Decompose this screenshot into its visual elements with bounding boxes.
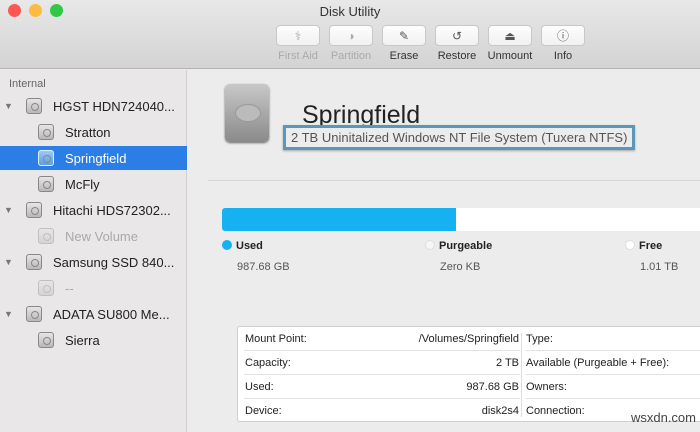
sidebar-item-label: HGST HDN724040...: [53, 98, 175, 114]
sidebar-item-label: --: [65, 280, 74, 296]
sidebar-item-label: Hitachi HDS72302...: [53, 202, 171, 218]
disk-icon: [26, 306, 42, 322]
restore-label: Restore: [437, 50, 477, 62]
info-value: /Volumes/Springfield: [418, 332, 519, 345]
info-row-available-purgeable-free: Available (Purgeable + Free):: [526, 351, 700, 375]
disclosure-triangle-icon[interactable]: ▼: [4, 257, 14, 267]
info-row-mount-point: Mount Point: /Volumes/Springfield: [244, 327, 520, 351]
sidebar-item-sierra[interactable]: Sierra: [0, 328, 187, 352]
info-icon: ⓘ: [541, 25, 585, 46]
disk-icon: [38, 124, 54, 140]
info-label: Mount Point:: [245, 332, 307, 345]
sidebar-item-adata-su800-me[interactable]: ▼ ADATA SU800 Me...: [0, 302, 187, 326]
sidebar-item-hitachi-hds72302[interactable]: ▼ Hitachi HDS72302...: [0, 198, 187, 222]
sidebar-item-mcfly[interactable]: McFly: [0, 172, 187, 196]
first-aid-icon: ⚕: [276, 25, 320, 46]
info-value: 987.68 GB: [466, 380, 519, 393]
info-row-device: Device: disk2s4: [244, 399, 520, 423]
sidebar-item-unnamed[interactable]: --: [0, 276, 187, 300]
legend-used: Used 987.68 GB: [222, 240, 290, 273]
legend-dot-icon: [425, 240, 435, 250]
column-divider: [521, 333, 522, 417]
partition-button[interactable]: ◑ Partition: [325, 25, 377, 62]
watermark: wsxdn.com: [630, 410, 696, 425]
sidebar-section-internal: Internal: [9, 78, 46, 90]
info-label: Connection:: [526, 405, 585, 417]
sidebar-item-stratton[interactable]: Stratton: [0, 120, 187, 144]
legend-purgeable: Purgeable Zero KB: [425, 240, 492, 273]
usage-bar: [222, 208, 700, 231]
partition-icon: ◑: [329, 25, 373, 46]
info-label: Capacity:: [245, 356, 291, 369]
info-label: Info: [553, 50, 573, 62]
info-value: 2 TB: [495, 356, 519, 369]
sidebar-item-label: Stratton: [65, 124, 111, 140]
toolbar: ⚕ First Aid ◑ Partition ✎ Erase ↺ Restore ⏏ Unmou…: [272, 25, 590, 62]
main-panel: Springfield 2 TB Uninitalized Windows NT…: [188, 70, 700, 432]
legend-value: 1.01 TB: [640, 261, 679, 273]
legend-label: Free: [639, 240, 663, 252]
first-aid-label: First Aid: [278, 50, 318, 62]
erase-icon: ✎: [382, 25, 426, 46]
legend-value: 987.68 GB: [237, 261, 290, 273]
disclosure-triangle-icon[interactable]: ▼: [4, 101, 14, 111]
info-row-used: Used: 987.68 GB: [244, 375, 520, 399]
disclosure-triangle-icon[interactable]: ▼: [4, 205, 14, 215]
sidebar-item-label: McFly: [65, 176, 100, 192]
volume-description: 2 TB Uninitalized Windows NT File System…: [283, 125, 636, 150]
disclosure-triangle-icon[interactable]: ▼: [4, 309, 14, 319]
disk-icon: [38, 228, 54, 244]
info-label: Type:: [526, 332, 553, 345]
disk-icon: [38, 280, 54, 296]
info-label: Used:: [245, 380, 274, 393]
sidebar-item-label: Sierra: [65, 332, 100, 348]
erase-button[interactable]: ✎ Erase: [378, 25, 430, 62]
hard-disk-icon: [225, 84, 269, 142]
title-bar: Disk Utility ⚕ First Aid ◑ Partition ✎ Erase ↺…: [0, 0, 700, 69]
sidebar-item-label: Samsung SSD 840...: [53, 254, 175, 270]
disk-icon: [26, 254, 42, 270]
legend-dot-icon: [222, 240, 232, 250]
info-label: Owners:: [526, 380, 567, 393]
sidebar-item-hgst-hdn724040[interactable]: ▼ HGST HDN724040...: [0, 94, 187, 118]
sidebar-item-label: Springfield: [65, 150, 127, 166]
unmount-icon: ⏏: [488, 25, 532, 46]
sidebar: Internal ▼ HGST HDN724040... Stratton Sp…: [0, 70, 187, 432]
partition-label: Partition: [330, 50, 372, 62]
info-row-capacity: Capacity: 2 TB: [244, 351, 520, 375]
info-label: Available (Purgeable + Free):: [526, 356, 670, 369]
restore-button[interactable]: ↺ Restore: [431, 25, 483, 62]
erase-label: Erase: [389, 50, 419, 62]
sidebar-item-springfield[interactable]: Springfield: [0, 146, 187, 170]
usage-bar-used: [222, 208, 457, 231]
disk-icon: [38, 176, 54, 192]
info-table: Mount Point: /Volumes/Springfield Capacity…: [237, 326, 700, 422]
unmount-label: Unmount: [487, 50, 533, 62]
disk-icon: [38, 332, 54, 348]
restore-icon: ↺: [435, 25, 479, 46]
disk-icon: [26, 202, 42, 218]
info-row-type: Type:: [526, 327, 700, 351]
info-button[interactable]: ⓘ Info: [537, 25, 589, 62]
legend-label: Purgeable: [439, 240, 493, 252]
info-value: disk2s4: [481, 405, 519, 417]
sidebar-item-label: ADATA SU800 Me...: [53, 306, 170, 322]
first-aid-button[interactable]: ⚕ First Aid: [272, 25, 324, 62]
legend-label: Used: [236, 240, 263, 252]
legend-value: Zero KB: [440, 261, 481, 273]
disk-icon: [38, 150, 54, 166]
sidebar-item-samsung-ssd-840[interactable]: ▼ Samsung SSD 840...: [0, 250, 187, 274]
sidebar-item-new-volume[interactable]: New Volume: [0, 224, 187, 248]
legend-dot-icon: [625, 240, 635, 250]
sidebar-item-label: New Volume: [65, 228, 138, 244]
window-title: Disk Utility: [319, 4, 381, 19]
divider: [208, 180, 700, 181]
disk-icon: [26, 98, 42, 114]
info-row-owners: Owners:: [526, 375, 700, 399]
legend-free: Free 1.01 TB: [625, 240, 678, 273]
unmount-button[interactable]: ⏏ Unmount: [484, 25, 536, 62]
info-label: Device:: [245, 405, 282, 417]
